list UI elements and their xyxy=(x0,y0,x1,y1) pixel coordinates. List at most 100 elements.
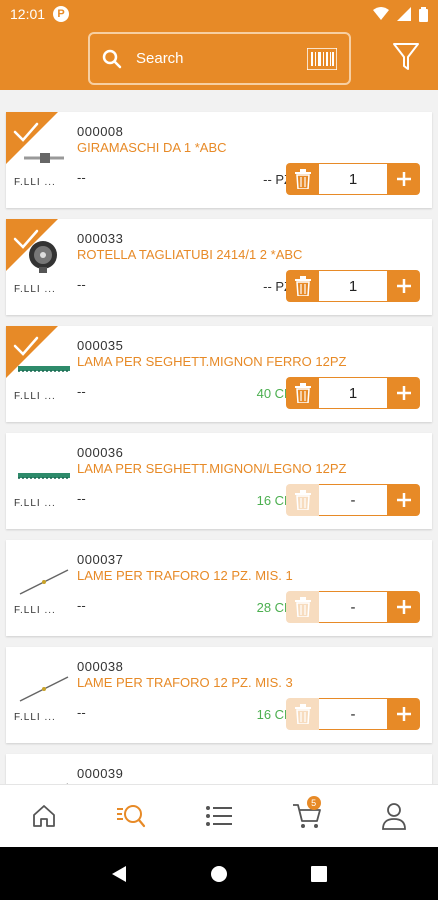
increment-button[interactable] xyxy=(387,377,420,409)
product-extra: -- xyxy=(77,384,86,399)
quantity-value[interactable]: - xyxy=(319,484,387,516)
bottom-nav: 5 xyxy=(0,784,438,847)
product-brand: F.LLI ... xyxy=(14,284,56,295)
search-catalog-icon xyxy=(117,805,146,828)
trash-icon xyxy=(294,597,311,617)
status-bar: 12:01 P xyxy=(0,0,438,28)
delete-button[interactable] xyxy=(286,591,319,623)
plus-icon xyxy=(396,172,411,186)
product-image xyxy=(19,569,69,595)
nav-search-catalog[interactable] xyxy=(109,794,153,838)
nav-list[interactable] xyxy=(197,794,241,838)
home-icon xyxy=(32,805,55,827)
quantity-value[interactable]: - xyxy=(319,698,387,730)
product-name[interactable]: ROTELLA TAGLIATUBI 2414/1 2 *ABC xyxy=(77,247,302,262)
increment-button[interactable] xyxy=(387,163,420,195)
product-code: 000037 xyxy=(77,552,124,567)
list-icon xyxy=(205,806,232,826)
increment-button[interactable] xyxy=(387,698,420,730)
quantity-stepper: 1 xyxy=(286,377,420,409)
product-name[interactable]: LAMA PER SEGHETT.MIGNON FERRO 12PZ xyxy=(77,354,346,369)
plus-icon xyxy=(396,707,411,721)
selected-check-icon xyxy=(6,219,58,271)
product-image xyxy=(66,783,68,784)
increment-button[interactable] xyxy=(387,484,420,516)
app-notification-icon: P xyxy=(53,6,70,22)
status-icons xyxy=(373,6,428,22)
product-card-000033[interactable]: F.LLI ... 000033 ROTELLA TAGLIATUBI 2414… xyxy=(6,219,432,315)
recents-icon[interactable] xyxy=(310,865,327,882)
product-image xyxy=(18,473,70,479)
search-placeholder: Search xyxy=(136,50,184,67)
quantity-stepper: - xyxy=(286,698,420,730)
plus-icon xyxy=(396,493,411,507)
trash-icon xyxy=(294,490,311,510)
product-name[interactable]: LAMA PER SEGHETT.MIGNON/LEGNO 12PZ xyxy=(77,461,346,476)
product-image xyxy=(19,676,69,702)
selected-check-icon xyxy=(6,326,58,378)
plus-icon xyxy=(396,279,411,293)
product-code: 000038 xyxy=(77,659,124,674)
trash-icon xyxy=(294,169,311,189)
product-card-000039[interactable]: 000039 xyxy=(6,754,432,784)
product-card-000037[interactable]: F.LLI ... 000037 LAME PER TRAFORO 12 PZ.… xyxy=(6,540,432,636)
product-extra: -- xyxy=(77,170,86,185)
product-card-000008[interactable]: F.LLI ... 000008 GIRAMASCHI DA 1 *ABC --… xyxy=(6,112,432,208)
cart-count-badge: 5 xyxy=(306,796,321,810)
wifi-icon xyxy=(373,7,389,20)
product-extra: -- xyxy=(77,598,86,613)
increment-button[interactable] xyxy=(387,591,420,623)
filter-icon[interactable] xyxy=(392,42,420,72)
product-card-000038[interactable]: F.LLI ... 000038 LAME PER TRAFORO 12 PZ.… xyxy=(6,647,432,743)
quantity-stepper: - xyxy=(286,591,420,623)
product-card-000036[interactable]: F.LLI ... 000036 LAMA PER SEGHETT.MIGNON… xyxy=(6,433,432,529)
quantity-value[interactable]: 1 xyxy=(319,377,387,409)
quantity-stepper: 1 xyxy=(286,163,420,195)
home-circle-icon[interactable] xyxy=(210,865,228,883)
product-name[interactable]: GIRAMASCHI DA 1 *ABC xyxy=(77,140,227,155)
nav-home[interactable] xyxy=(22,794,66,838)
signal-icon xyxy=(397,7,411,21)
app-bar: Search xyxy=(0,28,438,90)
quantity-stepper: 1 xyxy=(286,270,420,302)
battery-icon xyxy=(419,6,428,22)
quantity-value[interactable]: 1 xyxy=(319,270,387,302)
plus-icon xyxy=(396,386,411,400)
product-name[interactable]: LAME PER TRAFORO 12 PZ. MIS. 1 xyxy=(77,568,293,583)
quantity-value[interactable]: 1 xyxy=(319,163,387,195)
search-icon xyxy=(102,49,122,68)
product-brand: F.LLI ... xyxy=(14,498,56,509)
product-extra: -- xyxy=(77,491,86,506)
user-icon xyxy=(382,803,407,830)
trash-icon xyxy=(294,704,311,724)
product-brand: F.LLI ... xyxy=(14,605,56,616)
delete-button[interactable] xyxy=(286,698,319,730)
product-code: 000039 xyxy=(77,766,124,781)
product-code: 000033 xyxy=(77,231,124,246)
delete-button[interactable] xyxy=(286,377,319,409)
product-brand: F.LLI ... xyxy=(14,391,56,402)
product-code: 000008 xyxy=(77,124,124,139)
quantity-value[interactable]: - xyxy=(319,591,387,623)
product-brand: F.LLI ... xyxy=(14,177,56,188)
search-input[interactable]: Search xyxy=(88,32,351,85)
product-card-000035[interactable]: F.LLI ... 000035 LAMA PER SEGHETT.MIGNON… xyxy=(6,326,432,422)
nav-profile[interactable] xyxy=(372,794,416,838)
product-extra: -- xyxy=(77,705,86,720)
increment-button[interactable] xyxy=(387,270,420,302)
trash-icon xyxy=(294,383,311,403)
system-nav-bar xyxy=(0,847,438,900)
product-name[interactable]: LAME PER TRAFORO 12 PZ. MIS. 3 xyxy=(77,675,293,690)
selected-check-icon xyxy=(6,112,58,164)
product-list: F.LLI ... 000008 GIRAMASCHI DA 1 *ABC --… xyxy=(0,90,438,784)
trash-icon xyxy=(294,276,311,296)
delete-button[interactable] xyxy=(286,484,319,516)
nav-cart[interactable]: 5 xyxy=(285,794,329,838)
product-extra: -- xyxy=(77,277,86,292)
back-icon[interactable] xyxy=(111,865,127,883)
barcode-scan-icon[interactable] xyxy=(307,47,337,70)
delete-button[interactable] xyxy=(286,163,319,195)
product-brand: F.LLI ... xyxy=(14,712,56,723)
plus-icon xyxy=(396,600,411,614)
delete-button[interactable] xyxy=(286,270,319,302)
